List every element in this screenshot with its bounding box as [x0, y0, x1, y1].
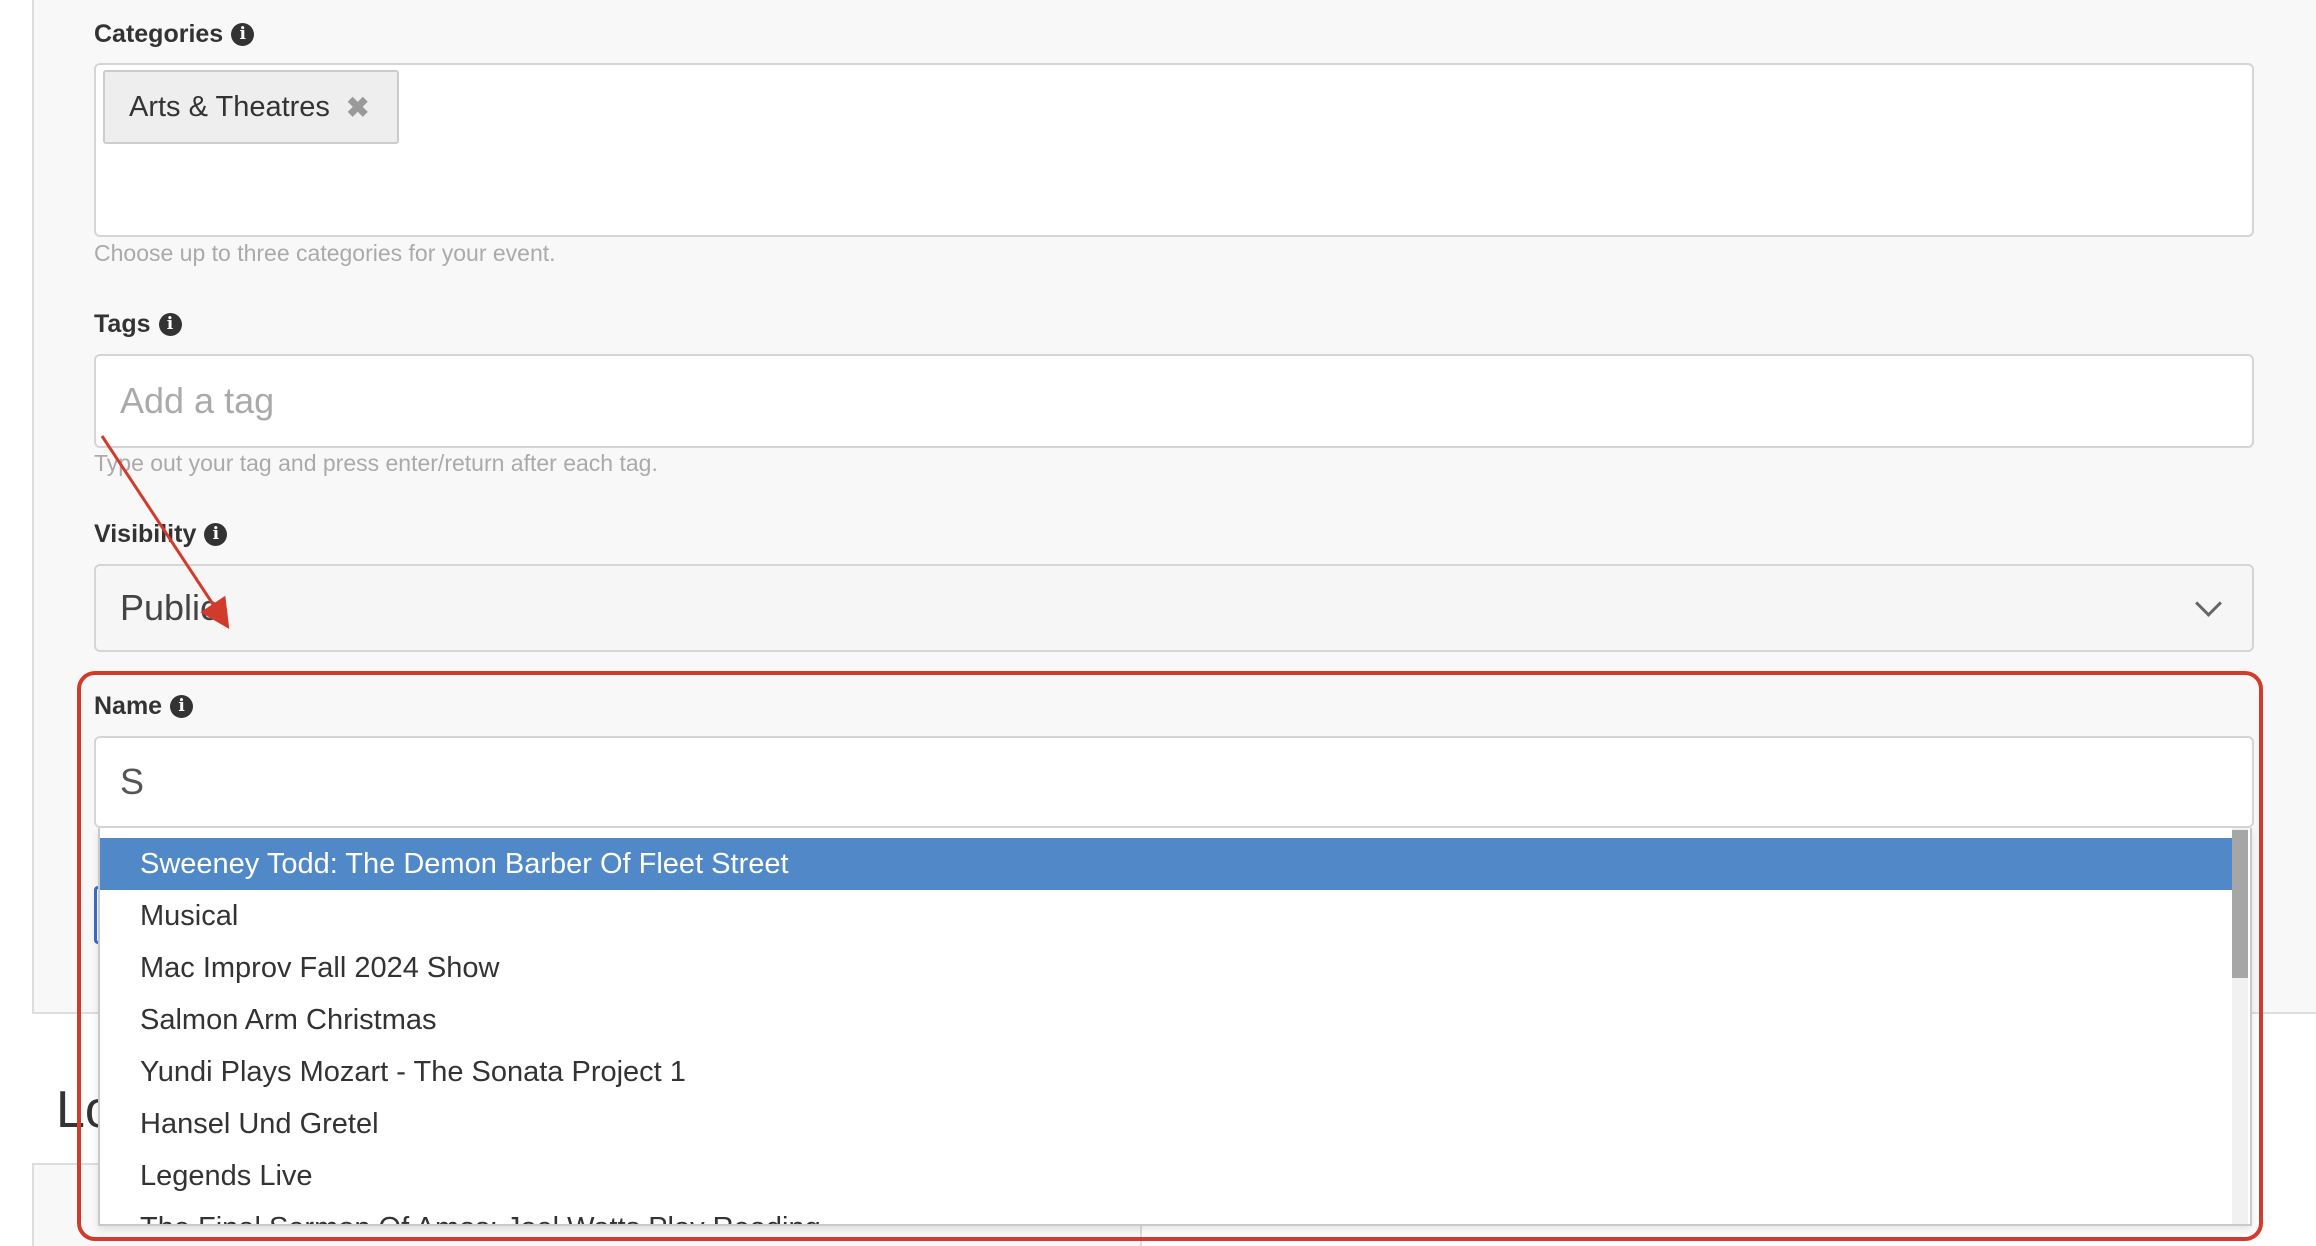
suggestion-item[interactable]: Mac Improv Fall 2024 Show [100, 942, 2234, 994]
event-form-page: Categories i Arts & Theatres ✖ Choose up… [0, 0, 2316, 1246]
suggestion-item[interactable]: Sweeney Todd: The Demon Barber Of Fleet … [100, 838, 2234, 890]
category-chip-label: Arts & Theatres [129, 90, 330, 123]
name-label-text: Name [94, 692, 163, 720]
tags-label: Tags i [94, 310, 182, 339]
suggestion-item[interactable]: Hansel Und Gretel [100, 1098, 2234, 1150]
chevron-down-icon [2195, 589, 2222, 617]
suggestion-item[interactable]: The Final Sermon Of Amos: Joel Watts Pla… [100, 1202, 2234, 1224]
tags-help: Type out your tag and press enter/return… [94, 450, 658, 476]
categories-label-text: Categories [94, 20, 224, 48]
info-icon[interactable]: i [170, 695, 194, 718]
info-icon[interactable]: i [204, 523, 228, 546]
categories-field[interactable]: Arts & Theatres ✖ [94, 63, 2254, 237]
name-input[interactable]: S [94, 736, 2254, 828]
tags-field [94, 354, 2254, 448]
visibility-select[interactable]: Public [94, 564, 2254, 652]
category-chip: Arts & Theatres ✖ [103, 70, 400, 144]
categories-label: Categories i [94, 20, 255, 49]
info-icon[interactable]: i [231, 23, 255, 46]
close-icon[interactable]: ✖ [346, 91, 369, 124]
suggestion-list: Sweeney Todd: The Demon Barber Of Fleet … [100, 838, 2234, 1224]
tags-input[interactable] [120, 356, 2220, 446]
name-suggestions-dropdown: Sweeney Todd: The Demon Barber Of Fleet … [98, 828, 2252, 1226]
suggestion-item[interactable]: Musical [100, 890, 2234, 942]
visibility-label-text: Visibility [94, 520, 197, 548]
suggestion-item[interactable]: Legends Live [100, 1150, 2234, 1202]
categories-help: Choose up to three categories for your e… [94, 240, 556, 266]
suggestion-item[interactable]: Salmon Arm Christmas [100, 994, 2234, 1046]
info-icon[interactable]: i [158, 313, 182, 336]
suggestion-item[interactable]: Yundi Plays Mozart - The Sonata Project … [100, 1046, 2234, 1098]
visibility-label: Visibility i [94, 520, 228, 549]
visibility-selected-value: Public [120, 587, 219, 628]
name-input-value: S [120, 761, 145, 802]
tags-label-text: Tags [94, 310, 151, 338]
dropdown-scrollbar-thumb[interactable] [2232, 830, 2248, 978]
name-label: Name i [94, 692, 194, 721]
